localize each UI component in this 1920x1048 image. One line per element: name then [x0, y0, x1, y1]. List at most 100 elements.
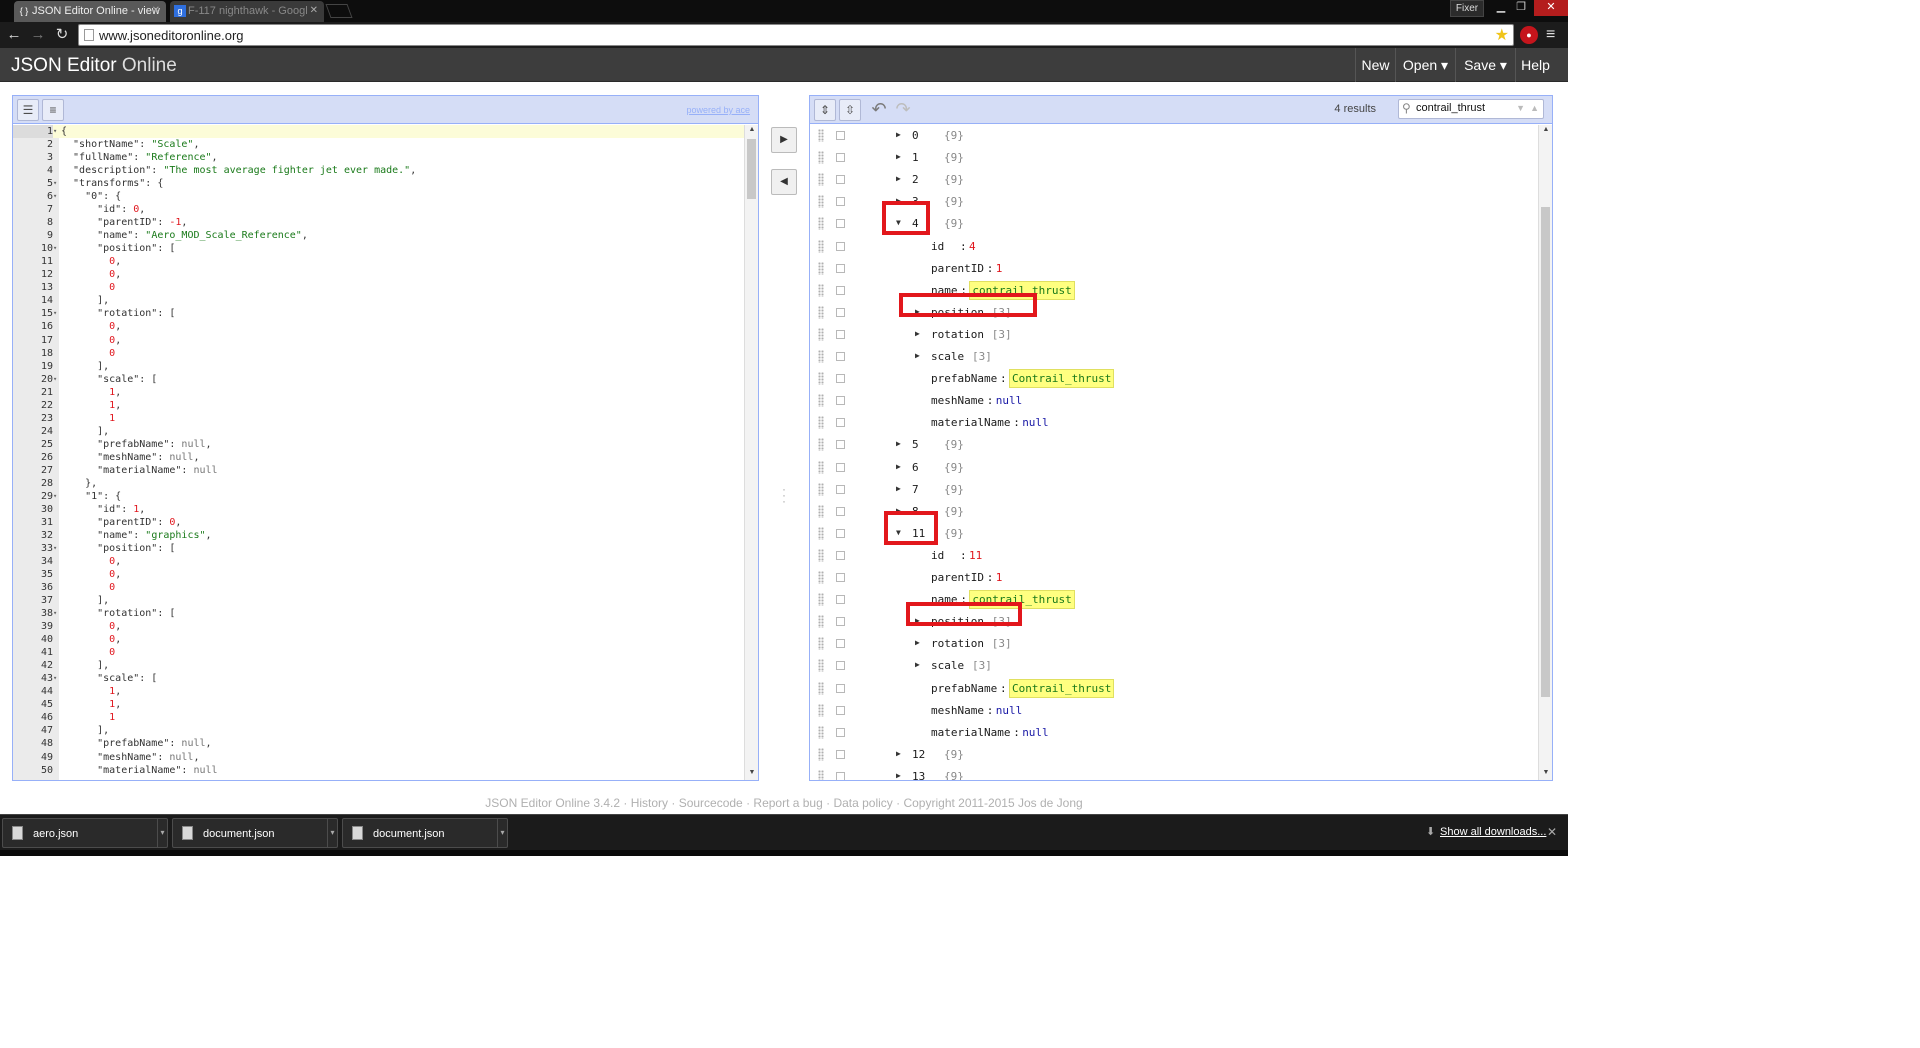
fold-arrow-icon[interactable]: ▾: [53, 177, 61, 190]
context-menu-button[interactable]: [836, 219, 845, 229]
node-value[interactable]: 11: [969, 549, 982, 562]
context-menu-button[interactable]: [836, 550, 845, 560]
code-line[interactable]: 2 "shortName": "Scale",: [13, 138, 744, 151]
code-line[interactable]: 15 ▾ "rotation": [: [13, 307, 744, 320]
restore-icon[interactable]: ❐: [1510, 0, 1532, 16]
code-line[interactable]: 25 "prefabName": null,: [13, 438, 744, 451]
tree-node[interactable]: ▶ 12 {9}: [810, 744, 1538, 766]
browser-tab-jsoneditor[interactable]: { } JSON Editor Online - view ✕: [14, 1, 166, 22]
download-menu-icon[interactable]: ▾: [327, 819, 337, 847]
copy-to-code-button[interactable]: ◀: [771, 169, 797, 195]
expand-all-icon[interactable]: ⇕: [814, 99, 836, 121]
expand-arrow-icon[interactable]: ▶: [896, 771, 906, 780]
minimize-icon[interactable]: ▁: [1490, 0, 1512, 16]
code-line[interactable]: 6 ▾ "0": {: [13, 190, 744, 203]
tree-node[interactable]: ▶ 7 {9}: [810, 479, 1538, 501]
context-menu-button[interactable]: [836, 440, 845, 450]
drag-handle-icon[interactable]: [818, 173, 824, 187]
fold-arrow-icon[interactable]: ▾: [53, 373, 61, 386]
code-line[interactable]: 29 ▾ "1": {: [13, 490, 744, 503]
fold-arrow-icon[interactable]: ▾: [53, 672, 61, 685]
fold-arrow-icon[interactable]: ▾: [53, 242, 61, 255]
code-line[interactable]: 27 "materialName": null: [13, 464, 744, 477]
fold-arrow-icon[interactable]: ▾: [53, 490, 61, 503]
context-menu-button[interactable]: [836, 352, 845, 361]
drag-handle-icon[interactable]: [818, 283, 824, 297]
context-menu-button[interactable]: [836, 418, 845, 428]
tree-node[interactable]: ▶ position [3]: [810, 602, 1538, 633]
code-line[interactable]: 23 1: [13, 412, 744, 425]
context-menu-button[interactable]: [836, 153, 845, 163]
code-line[interactable]: 16 0,: [13, 320, 744, 333]
scroll-up-icon[interactable]: ▲: [1541, 126, 1551, 136]
node-key[interactable]: rotation: [931, 637, 984, 650]
tree-node[interactable]: ▼ 11 {9}: [810, 510, 1538, 545]
scroll-thumb[interactable]: [747, 139, 756, 199]
context-menu-button[interactable]: [836, 175, 845, 185]
context-menu-button[interactable]: [836, 771, 845, 780]
node-value[interactable]: null: [996, 704, 1023, 717]
code-line[interactable]: 19 ],: [13, 360, 744, 373]
close-window-icon[interactable]: ✕: [1534, 0, 1568, 16]
open-button[interactable]: Open ▾: [1395, 48, 1455, 82]
node-key[interactable]: prefabName: [931, 682, 997, 695]
code-line[interactable]: 43 ▾ "scale": [: [13, 672, 744, 685]
code-line[interactable]: 20 ▾ "scale": [: [13, 373, 744, 386]
scroll-down-icon[interactable]: ▼: [747, 769, 757, 779]
node-value[interactable]: 4: [969, 240, 976, 253]
node-key[interactable]: scale: [931, 350, 964, 363]
code-line[interactable]: 28 },: [13, 477, 744, 490]
node-key[interactable]: 13: [912, 770, 925, 780]
code-line[interactable]: 44 1,: [13, 685, 744, 698]
drag-handle-icon[interactable]: [818, 394, 824, 408]
drag-handle-icon[interactable]: [818, 460, 824, 474]
download-item[interactable]: aero.json ▾: [2, 818, 168, 848]
drag-handle-icon[interactable]: [818, 372, 824, 386]
context-menu-button[interactable]: [836, 263, 845, 273]
drag-handle-icon[interactable]: [818, 615, 824, 629]
context-menu-button[interactable]: [836, 462, 845, 472]
show-all-downloads-link[interactable]: Show all downloads...: [1440, 826, 1546, 838]
context-menu-button[interactable]: [836, 661, 845, 671]
node-key[interactable]: prefabName: [931, 372, 997, 385]
drag-handle-icon[interactable]: [818, 350, 824, 363]
chrome-menu-icon[interactable]: ≡: [1546, 26, 1562, 44]
code-line[interactable]: 50 "materialName": null: [13, 764, 744, 777]
node-key[interactable]: scale: [931, 659, 964, 672]
close-tab-icon[interactable]: ✕: [152, 1, 160, 21]
code-line[interactable]: 38 ▾ "rotation": [: [13, 607, 744, 620]
tree-node[interactable]: materialName: null: [810, 722, 1538, 744]
context-menu-button[interactable]: [836, 727, 845, 737]
drag-handle-icon[interactable]: [818, 261, 824, 275]
context-menu-button[interactable]: [836, 197, 845, 207]
code-line[interactable]: 35 0,: [13, 568, 744, 581]
code-line[interactable]: 34 0,: [13, 555, 744, 568]
context-menu-button[interactable]: [836, 329, 845, 339]
address-bar[interactable]: www.jsoneditoronline.org ★: [78, 24, 1514, 46]
node-value[interactable]: null: [1022, 726, 1049, 739]
context-menu-button[interactable]: [836, 307, 845, 317]
drag-handle-icon[interactable]: [818, 637, 824, 651]
bookmark-star-icon[interactable]: ★: [1495, 25, 1509, 45]
node-key[interactable]: 0: [912, 129, 919, 142]
expand-arrow-icon[interactable]: ▶: [896, 749, 906, 758]
tree-node[interactable]: ▶ rotation [3]: [810, 633, 1538, 655]
context-menu-button[interactable]: [836, 705, 845, 715]
drag-handle-icon[interactable]: [818, 438, 824, 452]
node-key[interactable]: meshName: [931, 394, 984, 407]
save-button[interactable]: Save ▾: [1455, 48, 1515, 82]
download-item[interactable]: document.json ▾: [342, 818, 508, 848]
context-menu-button[interactable]: [836, 374, 845, 384]
browser-tab-google[interactable]: g F-117 nighthawk - Googl ✕: [170, 1, 324, 22]
drag-handle-icon[interactable]: [818, 769, 824, 780]
code-line[interactable]: 1 ▾{: [13, 125, 744, 139]
redo-icon[interactable]: ↷: [892, 99, 914, 121]
search-previous-icon[interactable]: ▲: [1530, 103, 1539, 113]
node-key[interactable]: materialName: [931, 416, 1010, 429]
new-button[interactable]: New: [1355, 48, 1395, 82]
code-line[interactable]: 18 0: [13, 347, 744, 360]
context-menu-button[interactable]: [836, 617, 845, 627]
tree-node[interactable]: ▶ scale [3]: [810, 655, 1538, 677]
code-line[interactable]: 11 0,: [13, 255, 744, 268]
code-line[interactable]: 7 "id": 0,: [13, 203, 744, 216]
